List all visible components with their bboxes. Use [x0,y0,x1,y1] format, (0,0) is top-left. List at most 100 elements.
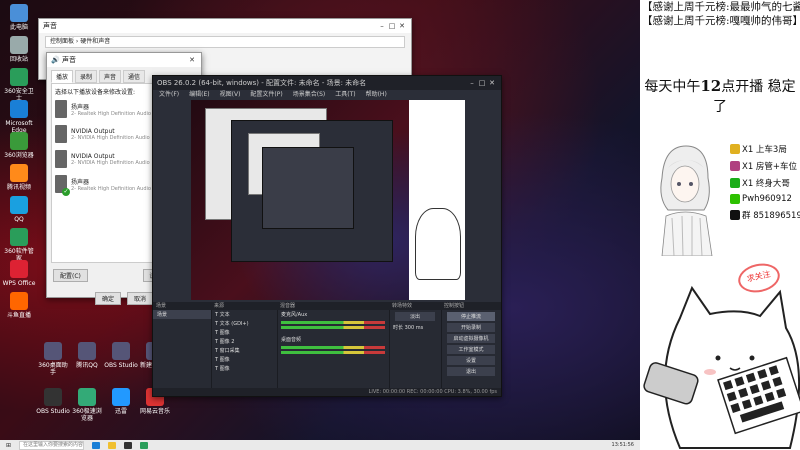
app-icon [10,196,28,214]
source-item[interactable]: T 窗口采集 [211,346,277,355]
obs-titlebar[interactable]: OBS 26.0.2 (64-bit, windows) - 配置文件: 未命名… [153,76,501,90]
tab-communications[interactable]: 通信 [123,70,146,83]
source-item[interactable]: T 文本 [211,310,277,319]
mic-meter[interactable] [281,321,385,324]
mixer-track-mic: 麦克风/Aux [281,312,308,318]
obs-menu-item[interactable]: 场景集合(S) [293,90,326,100]
desktop-icon[interactable]: 360软件管家 [2,228,36,262]
desktop-icon-label: 网易云音乐 [139,408,170,415]
thanks-banner-1: 【感谢上周千元榜:最最帅气的七酱】 [642,1,800,13]
obs-preview[interactable] [191,100,465,300]
transition-select[interactable]: 淡出 [395,312,435,321]
obs-menu-item[interactable]: 配置文件(P) [250,90,282,100]
scene-item[interactable]: 场景 [153,310,211,319]
duration-label: 时长 300 ms [389,323,441,332]
obs-window[interactable]: OBS 26.0.2 (64-bit, windows) - 配置文件: 未命名… [152,75,502,397]
mixer-header: 混音器 [277,302,389,310]
configure-button[interactable]: 配置(C) [53,269,88,282]
app-icon [10,164,28,182]
close-icon[interactable]: ✕ [397,22,407,30]
thanks-banner-2: 【感谢上周千元榜:嘎嘎帅的伟哥】 [642,15,800,27]
desktop-icon[interactable]: 此电脑 [2,4,36,31]
app-icon [10,228,28,246]
speaker-device-icon [55,175,70,196]
desktop-icon[interactable]: 360安全卫士 [2,68,36,102]
source-label: 图像 [219,330,230,336]
source-item[interactable]: T 文本 (GDI+) [211,319,277,328]
obs-menu-item[interactable]: 视图(V) [220,90,241,100]
source-item[interactable]: T 图像 [211,355,277,364]
source-item[interactable]: T 图像 2 [211,337,277,346]
nested-cat [415,208,461,280]
desktop-icon[interactable]: 腾讯视频 [2,164,36,191]
desktop-meter[interactable] [281,346,385,349]
close-icon[interactable]: ✕ [487,79,497,87]
sound-titlebar[interactable]: 🔊 声音 ✕ [47,53,201,67]
folder-icon[interactable] [108,441,117,449]
source-item[interactable]: T 图像 [211,328,277,337]
desktop-icon-label: 360浏览器 [4,152,34,159]
controls-dock: 控制按钮 停止推流开始录制启动虚拟摄像机 工作室模式设置退出 [441,302,501,396]
schedule-text: 每天中午12点开播 稳定了 [640,76,800,116]
minimize-icon[interactable]: – [467,79,477,87]
app-icon [112,342,130,360]
app-icon [10,68,28,86]
maximize-icon[interactable]: □ [477,79,487,87]
device-name: 扬声器 [71,103,90,111]
gold-card-icon [730,144,740,154]
obs-menu-item[interactable]: 文件(F) [159,90,179,100]
desktop-icon[interactable]: 斗鱼直播 [2,292,36,319]
edge-icon[interactable] [92,441,101,449]
minimize-icon[interactable]: – [377,22,387,30]
desktop-icon[interactable]: Microsoft Edge [2,100,36,134]
obs-control-button[interactable]: 退出 [447,367,495,376]
stream-overlay: 【感谢上周千元榜:最最帅气的七酱】 【感谢上周千元榜:嘎嘎帅的伟哥】 每天中午1… [640,0,800,450]
source-label: 图像 [219,366,230,372]
scenes-dock: 场景 场景 [153,302,212,396]
desktop-icon[interactable]: 回收站 [2,36,36,63]
mic-meter-2[interactable] [281,326,385,329]
desktop-icon[interactable]: QQ [2,196,36,223]
maximize-icon[interactable]: □ [387,22,397,30]
desktop-icon[interactable]: WPS Office [2,260,36,287]
transitions-dock: 转场特效 淡出 时长 300 ms [389,302,442,396]
desktop-icon[interactable]: OBS Studio [36,388,70,415]
obs-control-button[interactable]: 开始录制 [447,323,495,332]
cancel-button[interactable]: 取消 [127,292,154,305]
obs-menu-item[interactable]: 帮助(H) [366,90,387,100]
nested-obs-2 [262,147,354,229]
obs-control-button[interactable]: 停止推流 [447,312,495,321]
desktop-icon[interactable]: 迅雷 [104,388,138,415]
tab-playback[interactable]: 播放 [51,70,74,83]
explorer-titlebar[interactable]: 声音 – □ ✕ [39,19,411,33]
obs-control-button[interactable]: 工作室模式 [447,345,495,354]
desktop-icon[interactable]: 腾讯QQ [70,342,104,369]
source-item[interactable]: T 图像 [211,364,277,373]
desktop-meter-2[interactable] [281,351,385,354]
ok-button[interactable]: 确定 [94,292,121,305]
desktop-icon[interactable]: 360桌面助手 [36,342,70,376]
app-icon [44,388,62,406]
duration-value[interactable]: 300 ms [405,325,424,331]
speaker-icon: 🔊 [51,56,62,64]
obs-control-button[interactable]: 设置 [447,356,495,365]
obs-icon[interactable] [124,441,133,449]
close-icon[interactable]: ✕ [187,56,197,64]
taskbar-search[interactable]: 在这里输入你要搜索的内容 [19,440,85,450]
desktop-icon[interactable]: 360极速浏览器 [70,388,104,422]
dialog-title: 声音 [61,56,76,64]
start-icon[interactable]: ⊞ [6,442,11,449]
browser-icon[interactable] [140,441,149,449]
tab-sounds[interactable]: 声音 [99,70,122,83]
obs-menu-item[interactable]: 编辑(E) [189,90,209,100]
address-bar[interactable]: 控制面板 › 硬件和声音 [45,36,405,48]
obs-control-button[interactable]: 启动虚拟摄像机 [447,334,495,343]
transitions-header: 转场特效 [389,302,441,310]
desktop-icon[interactable]: 360浏览器 [2,132,36,159]
app-icon [10,132,28,150]
controls-header: 控制按钮 [441,302,501,310]
desktop: 此电脑回收站 360安全卫士 Microsoft Edge 360浏览器腾讯视频 QQ 3… [0,0,640,440]
tab-recording[interactable]: 录制 [75,70,98,83]
obs-menu-item[interactable]: 工具(T) [335,90,355,100]
desktop-icon[interactable]: OBS Studio [104,342,138,369]
